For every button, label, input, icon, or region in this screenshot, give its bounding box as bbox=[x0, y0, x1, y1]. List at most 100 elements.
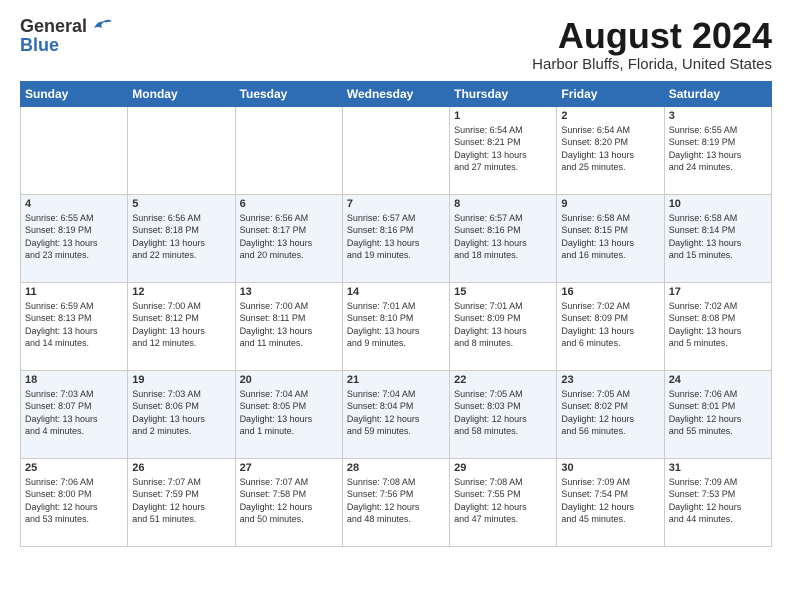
day-info: Sunrise: 6:56 AM Sunset: 8:18 PM Dayligh… bbox=[132, 212, 230, 262]
calendar-cell: 16Sunrise: 7:02 AM Sunset: 8:09 PM Dayli… bbox=[557, 282, 664, 370]
day-info: Sunrise: 7:07 AM Sunset: 7:58 PM Dayligh… bbox=[240, 476, 338, 526]
page-header: General Blue August 2024 Harbor Bluffs, … bbox=[20, 16, 772, 73]
day-info: Sunrise: 7:08 AM Sunset: 7:56 PM Dayligh… bbox=[347, 476, 445, 526]
location: Harbor Bluffs, Florida, United States bbox=[532, 56, 772, 73]
calendar-cell bbox=[342, 106, 449, 194]
day-number: 9 bbox=[561, 198, 659, 210]
column-header-monday: Monday bbox=[128, 81, 235, 106]
day-info: Sunrise: 6:56 AM Sunset: 8:17 PM Dayligh… bbox=[240, 212, 338, 262]
calendar-cell: 27 Sunrise: 7:07 AM Sunset: 7:58 PM Dayli… bbox=[235, 458, 342, 546]
day-number: 20 bbox=[240, 374, 338, 386]
calendar-cell: 25Sunrise: 7:06 AM Sunset: 8:00 PM Dayli… bbox=[21, 458, 128, 546]
day-info: Sunrise: 6:58 AM Sunset: 8:14 PM Dayligh… bbox=[669, 212, 767, 262]
calendar-cell: 22Sunrise: 7:05 AM Sunset: 8:03 PM Dayli… bbox=[450, 370, 557, 458]
day-number: 12 bbox=[132, 286, 230, 298]
day-info: Sunrise: 7:00 AM Sunset: 8:11 PM Dayligh… bbox=[240, 300, 338, 350]
title-block: August 2024 Harbor Bluffs, Florida, Unit… bbox=[532, 16, 772, 73]
day-info: Sunrise: 7:07 AM Sunset: 7:59 PM Dayligh… bbox=[132, 476, 230, 526]
calendar-cell: 5 Sunrise: 6:56 AM Sunset: 8:18 PM Daylig… bbox=[128, 194, 235, 282]
calendar-cell: 31Sunrise: 7:09 AM Sunset: 7:53 PM Dayli… bbox=[664, 458, 771, 546]
day-info: Sunrise: 7:08 AM Sunset: 7:55 PM Dayligh… bbox=[454, 476, 552, 526]
day-number: 27 bbox=[240, 462, 338, 474]
day-info: Sunrise: 7:00 AM Sunset: 8:12 PM Dayligh… bbox=[132, 300, 230, 350]
calendar-cell bbox=[21, 106, 128, 194]
day-info: Sunrise: 7:01 AM Sunset: 8:09 PM Dayligh… bbox=[454, 300, 552, 350]
day-info: Sunrise: 6:54 AM Sunset: 8:21 PM Dayligh… bbox=[454, 124, 552, 174]
day-number: 18 bbox=[25, 374, 123, 386]
day-number: 8 bbox=[454, 198, 552, 210]
calendar-cell: 28 Sunrise: 7:08 AM Sunset: 7:56 PM Dayli… bbox=[342, 458, 449, 546]
day-number: 5 bbox=[132, 198, 230, 210]
calendar-cell: 17Sunrise: 7:02 AM Sunset: 8:08 PM Dayli… bbox=[664, 282, 771, 370]
calendar-cell: 14Sunrise: 7:01 AM Sunset: 8:10 PM Dayli… bbox=[342, 282, 449, 370]
calendar-cell: 8 Sunrise: 6:57 AM Sunset: 8:16 PM Daylig… bbox=[450, 194, 557, 282]
calendar-cell bbox=[128, 106, 235, 194]
logo-general-text: General bbox=[20, 16, 87, 37]
day-number: 28 bbox=[347, 462, 445, 474]
day-info: Sunrise: 6:55 AM Sunset: 8:19 PM Dayligh… bbox=[25, 212, 123, 262]
calendar-cell: 26 Sunrise: 7:07 AM Sunset: 7:59 PM Dayli… bbox=[128, 458, 235, 546]
column-header-saturday: Saturday bbox=[664, 81, 771, 106]
day-number: 6 bbox=[240, 198, 338, 210]
logo-blue-text: Blue bbox=[20, 37, 59, 53]
day-info: Sunrise: 7:04 AM Sunset: 8:04 PM Dayligh… bbox=[347, 388, 445, 438]
day-info: Sunrise: 6:57 AM Sunset: 8:16 PM Dayligh… bbox=[347, 212, 445, 262]
day-number: 1 bbox=[454, 110, 552, 122]
column-header-wednesday: Wednesday bbox=[342, 81, 449, 106]
day-number: 3 bbox=[669, 110, 767, 122]
calendar-cell: 23Sunrise: 7:05 AM Sunset: 8:02 PM Dayli… bbox=[557, 370, 664, 458]
day-info: Sunrise: 6:55 AM Sunset: 8:19 PM Dayligh… bbox=[669, 124, 767, 174]
day-number: 19 bbox=[132, 374, 230, 386]
day-number: 13 bbox=[240, 286, 338, 298]
calendar-week-3: 11Sunrise: 6:59 AM Sunset: 8:13 PM Dayli… bbox=[21, 282, 772, 370]
day-number: 26 bbox=[132, 462, 230, 474]
calendar-cell bbox=[235, 106, 342, 194]
calendar-cell: 4 Sunrise: 6:55 AM Sunset: 8:19 PM Daylig… bbox=[21, 194, 128, 282]
day-info: Sunrise: 7:06 AM Sunset: 8:01 PM Dayligh… bbox=[669, 388, 767, 438]
logo: General Blue bbox=[20, 16, 112, 53]
month-title: August 2024 bbox=[532, 16, 772, 56]
day-number: 29 bbox=[454, 462, 552, 474]
calendar-cell: 7 Sunrise: 6:57 AM Sunset: 8:16 PM Daylig… bbox=[342, 194, 449, 282]
calendar-cell: 20Sunrise: 7:04 AM Sunset: 8:05 PM Dayli… bbox=[235, 370, 342, 458]
calendar-table: SundayMondayTuesdayWednesdayThursdayFrid… bbox=[20, 81, 772, 547]
column-header-friday: Friday bbox=[557, 81, 664, 106]
day-number: 7 bbox=[347, 198, 445, 210]
day-number: 11 bbox=[25, 286, 123, 298]
calendar-cell: 18 Sunrise: 7:03 AM Sunset: 8:07 PM Dayli… bbox=[21, 370, 128, 458]
calendar-cell: 11Sunrise: 6:59 AM Sunset: 8:13 PM Dayli… bbox=[21, 282, 128, 370]
day-info: Sunrise: 7:03 AM Sunset: 8:06 PM Dayligh… bbox=[132, 388, 230, 438]
day-number: 30 bbox=[561, 462, 659, 474]
day-info: Sunrise: 6:54 AM Sunset: 8:20 PM Dayligh… bbox=[561, 124, 659, 174]
column-header-thursday: Thursday bbox=[450, 81, 557, 106]
calendar-cell: 13 Sunrise: 7:00 AM Sunset: 8:11 PM Dayli… bbox=[235, 282, 342, 370]
calendar-cell: 19 Sunrise: 7:03 AM Sunset: 8:06 PM Dayli… bbox=[128, 370, 235, 458]
column-header-tuesday: Tuesday bbox=[235, 81, 342, 106]
calendar-cell: 21 Sunrise: 7:04 AM Sunset: 8:04 PM Dayli… bbox=[342, 370, 449, 458]
day-info: Sunrise: 7:02 AM Sunset: 8:09 PM Dayligh… bbox=[561, 300, 659, 350]
day-info: Sunrise: 7:09 AM Sunset: 7:53 PM Dayligh… bbox=[669, 476, 767, 526]
calendar-cell: 6 Sunrise: 6:56 AM Sunset: 8:17 PM Daylig… bbox=[235, 194, 342, 282]
logo-bird-icon bbox=[90, 18, 112, 36]
day-info: Sunrise: 6:58 AM Sunset: 8:15 PM Dayligh… bbox=[561, 212, 659, 262]
day-number: 22 bbox=[454, 374, 552, 386]
calendar-cell: 29 Sunrise: 7:08 AM Sunset: 7:55 PM Dayli… bbox=[450, 458, 557, 546]
calendar-cell: 24Sunrise: 7:06 AM Sunset: 8:01 PM Dayli… bbox=[664, 370, 771, 458]
day-number: 21 bbox=[347, 374, 445, 386]
calendar-cell: 1 Sunrise: 6:54 AM Sunset: 8:21 PM Daylig… bbox=[450, 106, 557, 194]
day-info: Sunrise: 6:57 AM Sunset: 8:16 PM Dayligh… bbox=[454, 212, 552, 262]
calendar-week-5: 25Sunrise: 7:06 AM Sunset: 8:00 PM Dayli… bbox=[21, 458, 772, 546]
day-number: 15 bbox=[454, 286, 552, 298]
calendar-cell: 9 Sunrise: 6:58 AM Sunset: 8:15 PM Daylig… bbox=[557, 194, 664, 282]
calendar-body: 1 Sunrise: 6:54 AM Sunset: 8:21 PM Daylig… bbox=[21, 106, 772, 546]
calendar-cell: 15 Sunrise: 7:01 AM Sunset: 8:09 PM Dayli… bbox=[450, 282, 557, 370]
day-number: 4 bbox=[25, 198, 123, 210]
calendar-header-row: SundayMondayTuesdayWednesdayThursdayFrid… bbox=[21, 81, 772, 106]
calendar-week-1: 1 Sunrise: 6:54 AM Sunset: 8:21 PM Daylig… bbox=[21, 106, 772, 194]
day-number: 25 bbox=[25, 462, 123, 474]
day-number: 23 bbox=[561, 374, 659, 386]
day-info: Sunrise: 7:03 AM Sunset: 8:07 PM Dayligh… bbox=[25, 388, 123, 438]
day-info: Sunrise: 7:02 AM Sunset: 8:08 PM Dayligh… bbox=[669, 300, 767, 350]
day-number: 2 bbox=[561, 110, 659, 122]
calendar-cell: 2 Sunrise: 6:54 AM Sunset: 8:20 PM Daylig… bbox=[557, 106, 664, 194]
